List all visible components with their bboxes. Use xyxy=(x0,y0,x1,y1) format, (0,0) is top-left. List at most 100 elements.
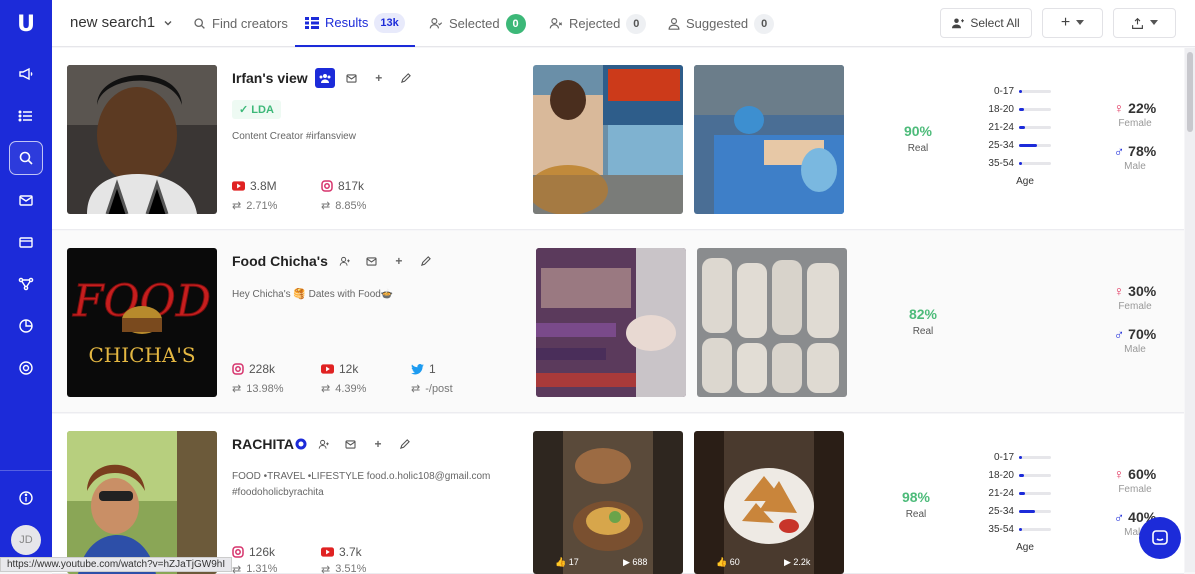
mail-icon[interactable] xyxy=(341,434,361,454)
real-label: Real xyxy=(912,326,934,337)
media-views: ▶ 688 xyxy=(623,557,648,567)
followers-value: 817k xyxy=(338,179,365,193)
creator-name[interactable]: Food Chicha's + xyxy=(232,251,436,271)
support-icon[interactable] xyxy=(9,351,43,385)
scrollbar-thumb[interactable] xyxy=(1187,52,1193,132)
add-icon[interactable]: + xyxy=(368,434,388,454)
edit-pencil-icon[interactable] xyxy=(416,251,436,271)
select-all-button[interactable]: Select All xyxy=(940,8,1032,38)
tab-label: Suggested xyxy=(686,16,749,31)
add-dropdown-button[interactable]: + xyxy=(1042,8,1103,38)
female-label: Female xyxy=(1118,484,1152,495)
user-suggest-icon xyxy=(668,18,680,30)
male-percent: ♂ 78% xyxy=(1113,143,1157,159)
age-group-bar-fill xyxy=(1019,509,1035,513)
add-icon[interactable]: + xyxy=(369,68,389,88)
creator-row[interactable]: Irfan's view + ✓ LDA Content Creator #ir… xyxy=(52,48,1184,230)
card-icon[interactable] xyxy=(9,225,43,259)
export-dropdown-button[interactable] xyxy=(1113,8,1176,38)
search-icon[interactable] xyxy=(9,141,43,175)
male-label: Male xyxy=(1124,161,1146,172)
list-icon[interactable] xyxy=(9,99,43,133)
engagement-icon: ⇄ xyxy=(232,200,242,212)
followers-value: 126k xyxy=(249,545,276,559)
male-icon: ♂ xyxy=(1113,143,1125,159)
tag-label: LDA xyxy=(251,104,274,116)
search-name-label: new search1 xyxy=(70,14,156,31)
age-group-bar-fill xyxy=(1019,143,1037,147)
mail-icon[interactable] xyxy=(9,183,43,217)
female-icon: ♀ xyxy=(1113,283,1125,299)
add-icon[interactable]: + xyxy=(389,251,409,271)
media-thumbnail[interactable] xyxy=(694,65,844,214)
user-avatar[interactable]: JD xyxy=(11,525,41,555)
followers-value: 12k xyxy=(339,362,359,376)
engagement-icon: ⇄ xyxy=(232,564,242,574)
creator-name[interactable]: RACHITA + xyxy=(232,434,415,454)
tab-selected[interactable]: Selected 0 xyxy=(429,0,526,47)
age-group-label: 35-54 xyxy=(988,157,1014,169)
real-percent: 82% xyxy=(908,306,938,322)
creator-avatar[interactable] xyxy=(67,65,217,214)
youtube-icon xyxy=(321,547,334,557)
tab-label: Selected xyxy=(449,16,500,31)
male-icon: ♂ xyxy=(1113,509,1125,525)
media-likes: 👍 60 xyxy=(716,557,740,567)
real-label: Real xyxy=(907,143,929,154)
creator-avatar[interactable] xyxy=(67,431,217,574)
tab-results[interactable]: Results 13k xyxy=(295,0,415,47)
edit-pencil-icon[interactable] xyxy=(395,434,415,454)
user-check-icon xyxy=(429,18,443,29)
user-add-icon[interactable] xyxy=(314,434,334,454)
mail-icon[interactable] xyxy=(362,251,382,271)
user-add-icon[interactable] xyxy=(335,251,355,271)
info-icon[interactable] xyxy=(9,481,43,515)
media-thumbnail[interactable]: 👍 60 ▶ 2.2k xyxy=(694,431,844,574)
real-followers: 98% Real xyxy=(886,489,946,520)
tab-suggested[interactable]: Suggested 0 xyxy=(668,0,775,47)
mail-icon[interactable] xyxy=(342,68,362,88)
media-thumbnail[interactable] xyxy=(533,65,683,214)
age-group-bar-track xyxy=(1019,107,1051,111)
sidebar-divider xyxy=(0,470,52,471)
youtube-followers: 12k xyxy=(321,362,358,376)
real-followers: 90% Real xyxy=(888,123,948,154)
sidebar: U JD xyxy=(0,0,52,572)
status-bar-url: https://www.youtube.com/watch?v=hZJaTjGW… xyxy=(0,557,233,572)
results-list-icon xyxy=(305,16,319,29)
media-thumbnail[interactable] xyxy=(536,248,686,397)
tab-rejected[interactable]: Rejected 0 xyxy=(549,0,647,47)
team-icon[interactable] xyxy=(314,68,335,88)
media-likes: 👍 17 xyxy=(555,557,579,567)
engagement-icon: ⇄ xyxy=(232,383,242,395)
pie-chart-icon[interactable] xyxy=(9,309,43,343)
age-group-label: 25-34 xyxy=(988,505,1014,517)
creator-avatar[interactable]: FOOD CHICHA'S xyxy=(67,248,217,397)
age-group-row: 35-54 xyxy=(980,154,1060,172)
select-all-label: Select All xyxy=(970,16,1020,30)
engagement-icon: ⇄ xyxy=(411,383,421,395)
age-group-bar-fill xyxy=(1019,455,1023,459)
tab-label: Rejected xyxy=(569,16,621,31)
app-logo[interactable]: U xyxy=(12,10,40,38)
age-group-bar-track xyxy=(1019,491,1051,495)
search-name-dropdown[interactable]: new search1 xyxy=(70,14,173,31)
media-thumbnail[interactable]: 👍 17 ▶ 688 xyxy=(533,431,683,574)
creator-name[interactable]: Irfan's view + xyxy=(232,68,416,88)
campaigns-icon[interactable] xyxy=(9,57,43,91)
age-group-row: 21-24 xyxy=(980,484,1060,502)
media-thumbnail[interactable] xyxy=(697,248,847,397)
youtube-icon xyxy=(321,364,334,374)
vertical-scrollbar[interactable] xyxy=(1185,48,1195,572)
flow-icon[interactable] xyxy=(9,267,43,301)
user-add-icon xyxy=(952,18,965,29)
age-group-label: 21-24 xyxy=(988,487,1014,499)
engagement-icon: ⇄ xyxy=(321,564,331,574)
tab-find-creators[interactable]: Find creators xyxy=(193,0,288,47)
twitter-icon xyxy=(411,363,424,374)
creator-row[interactable]: FOOD CHICHA'S Food Chicha's + Hey Chicha… xyxy=(52,231,1184,413)
instagram-engagement: ⇄ 8.85% xyxy=(321,199,366,213)
creator-row[interactable]: RACHITA + FOOD •TRAVEL •LIFESTYLE food.o… xyxy=(52,414,1184,574)
chat-button[interactable] xyxy=(1139,517,1181,559)
edit-pencil-icon[interactable] xyxy=(396,68,416,88)
